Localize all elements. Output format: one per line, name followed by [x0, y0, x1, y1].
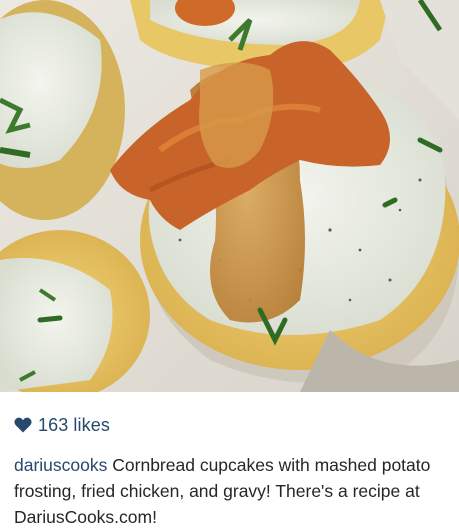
- post-caption: dariuscooks Cornbread cupcakes with mash…: [14, 452, 452, 529]
- likes-count: 163 likes: [38, 414, 110, 435]
- likes-row[interactable]: 163 likes: [14, 414, 110, 436]
- heart-icon: [14, 417, 32, 433]
- food-photo-illustration: [0, 0, 459, 392]
- post-info: 163 likes dariuscooks Cornbread cupcakes…: [0, 392, 459, 529]
- post-photo[interactable]: [0, 0, 459, 392]
- instagram-post: 163 likes dariuscooks Cornbread cupcakes…: [0, 0, 459, 529]
- caption-username-link[interactable]: dariuscooks: [14, 455, 107, 475]
